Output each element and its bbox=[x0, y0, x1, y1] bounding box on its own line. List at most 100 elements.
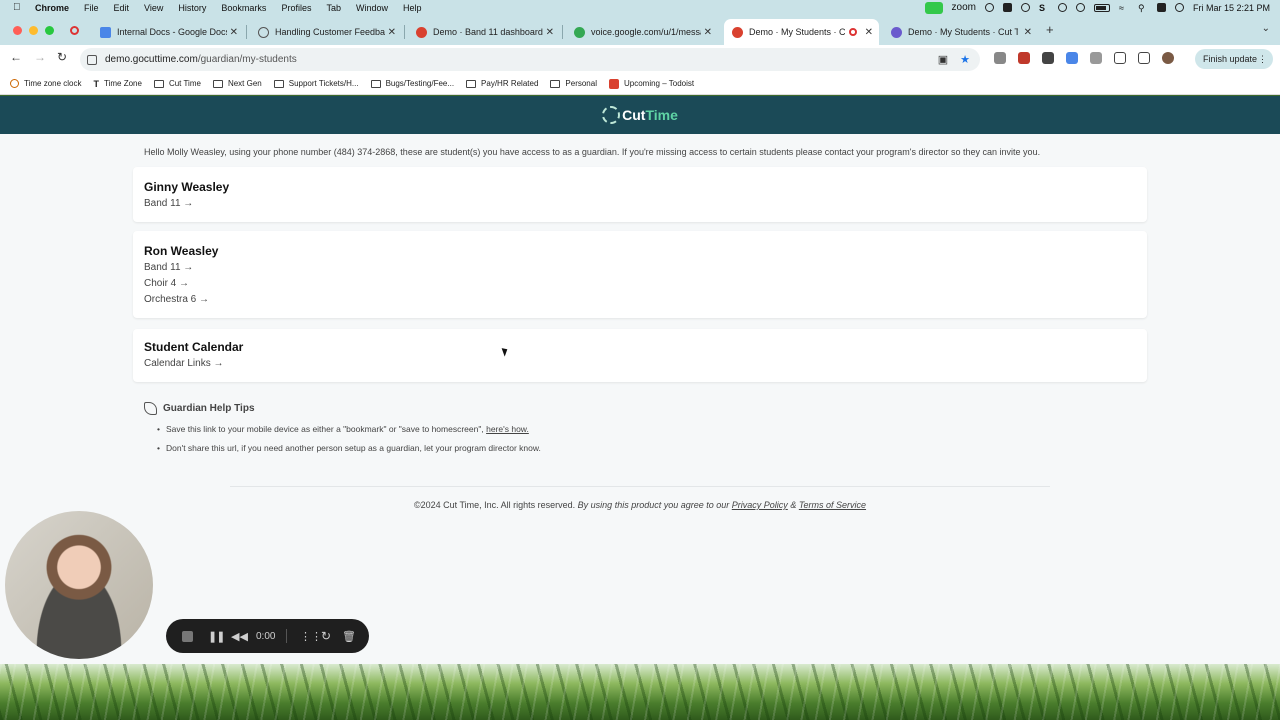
bookmark-personal[interactable]: Personal bbox=[550, 79, 597, 88]
extension-blue-icon[interactable] bbox=[1066, 52, 1078, 64]
bullet: • bbox=[157, 443, 160, 453]
bookmark-support-tickets[interactable]: Support Tickets/H... bbox=[273, 79, 359, 88]
menu-view[interactable]: View bbox=[144, 3, 163, 13]
menu-file[interactable]: File bbox=[84, 3, 99, 13]
bookmark-cut-time[interactable]: Cut Time bbox=[153, 79, 201, 88]
agreement-text: By using this product you agree to our bbox=[577, 500, 730, 510]
folder-icon bbox=[273, 79, 284, 88]
s-app-icon[interactable]: S bbox=[1039, 3, 1049, 13]
forward-arrow-icon[interactable]: → bbox=[34, 50, 46, 64]
tab-internal-docs[interactable]: Internal Docs - Google Docs ✕ bbox=[92, 19, 244, 45]
bookmark-time-zone-clock[interactable]: Time zone clock bbox=[10, 79, 82, 88]
tab-close-icon[interactable]: ✕ bbox=[1024, 27, 1032, 38]
bookmark-todoist[interactable]: Upcoming – Todoist bbox=[608, 78, 694, 89]
wifi-icon[interactable]: ≈ bbox=[1119, 3, 1129, 13]
tab-separator bbox=[562, 25, 563, 39]
group-link-choir-4[interactable]: Choir 4 → bbox=[144, 278, 189, 289]
address-bar[interactable]: demo.gocuttime.com /guardian/my-students… bbox=[80, 48, 980, 71]
zoom-label[interactable]: zoom bbox=[952, 2, 976, 13]
zoom-video-icon[interactable] bbox=[924, 1, 943, 14]
menu-help[interactable]: Help bbox=[403, 3, 422, 13]
tab-close-icon[interactable]: ✕ bbox=[546, 27, 554, 38]
tab-title: Demo · Band 11 dashboard · C bbox=[433, 27, 543, 37]
cut-time-logo[interactable]: Cut Time bbox=[602, 106, 678, 124]
bookmark-bugs-testing[interactable]: Bugs/Testing/Fee... bbox=[370, 79, 454, 88]
window-controls bbox=[13, 26, 54, 35]
side-panel-icon[interactable] bbox=[1138, 52, 1150, 64]
menu-tab[interactable]: Tab bbox=[326, 3, 341, 13]
privacy-policy-link[interactable]: Privacy Policy bbox=[732, 500, 788, 510]
menu-app-chrome[interactable]: Chrome bbox=[35, 3, 69, 13]
help-tips-title: Guardian Help Tips bbox=[163, 403, 255, 414]
recording-controls: ❚❚ ◀◀ 0:00 ⋮⋮ ↻ 🗑 bbox=[166, 619, 369, 653]
drag-handle-icon[interactable]: ⋮⋮ bbox=[300, 619, 322, 653]
menu-window[interactable]: Window bbox=[356, 3, 388, 13]
tab-close-icon[interactable]: ✕ bbox=[865, 27, 873, 38]
focus-icon[interactable] bbox=[984, 3, 994, 12]
bookmark-time-zone[interactable]: T Time Zone bbox=[94, 79, 142, 89]
bookmark-label: Personal bbox=[565, 79, 597, 88]
tab-my-students-active[interactable]: Demo · My Students · Cut ✕ bbox=[724, 19, 879, 45]
webcam-bubble[interactable] bbox=[5, 511, 153, 659]
menu-bookmarks[interactable]: Bookmarks bbox=[221, 3, 266, 13]
new-tab-button[interactable]: + bbox=[1046, 22, 1054, 37]
battery-icon[interactable] bbox=[1093, 3, 1110, 12]
phone-icon bbox=[574, 26, 585, 38]
bookmark-star-icon[interactable]: ★ bbox=[960, 53, 970, 66]
menu-bar-clock[interactable]: Fri Mar 15 2:21 PM bbox=[1193, 3, 1270, 13]
group-link-orchestra-6[interactable]: Orchestra 6 → bbox=[144, 294, 209, 305]
menu-edit[interactable]: Edit bbox=[114, 3, 130, 13]
profile-avatar[interactable] bbox=[1162, 52, 1174, 64]
tab-my-students[interactable]: Demo · My Students · Cut Tim ✕ bbox=[883, 19, 1038, 45]
heres-how-link[interactable]: here's how. bbox=[486, 424, 529, 434]
search-icon[interactable]: ⚲ bbox=[1138, 3, 1148, 13]
maximize-window-button[interactable] bbox=[45, 26, 54, 35]
back-arrow-icon[interactable]: ← bbox=[10, 50, 22, 64]
tab-close-icon[interactable]: ✕ bbox=[388, 27, 396, 38]
menu-history[interactable]: History bbox=[178, 3, 206, 13]
apple-menu-icon[interactable]:  bbox=[13, 2, 25, 13]
reload-icon[interactable]: ↻ bbox=[57, 50, 67, 64]
control-icon[interactable] bbox=[1057, 3, 1067, 12]
group-link-band-11[interactable]: Band 11 → bbox=[144, 198, 193, 209]
extension-megaphone-icon[interactable] bbox=[1042, 52, 1054, 64]
bookmark-pay-hr[interactable]: Pay/HR Related bbox=[466, 79, 538, 88]
extension-gray-icon[interactable] bbox=[1090, 52, 1102, 64]
extension-red-icon[interactable] bbox=[1018, 52, 1030, 64]
more-options-icon[interactable]: ⋮ bbox=[1258, 54, 1267, 65]
microphone-icon[interactable] bbox=[994, 52, 1006, 64]
browser-tab-strip: Internal Docs - Google Docs ✕ Handling C… bbox=[0, 15, 1280, 45]
page-footer: ©2024 Cut Time, Inc. All rights reserved… bbox=[0, 500, 1280, 510]
tab-customer-feedback[interactable]: Handling Customer Feedback ✕ bbox=[250, 19, 402, 45]
control-center-icon[interactable] bbox=[1156, 3, 1166, 12]
tab-title: Demo · My Students · Cut bbox=[749, 27, 845, 37]
group-link-band-11[interactable]: Band 11 → bbox=[144, 262, 193, 273]
restart-icon[interactable]: ↻ bbox=[321, 619, 331, 653]
rewind-icon[interactable]: ◀◀ bbox=[231, 619, 248, 653]
tab-title: Handling Customer Feedback bbox=[275, 27, 385, 37]
help-tips-heading: Guardian Help Tips bbox=[144, 402, 255, 415]
extensions-puzzle-icon[interactable] bbox=[1114, 52, 1126, 64]
tab-close-icon[interactable]: ✕ bbox=[230, 27, 238, 38]
terms-of-service-link[interactable]: Terms of Service bbox=[799, 500, 866, 510]
pause-icon[interactable]: ❚❚ bbox=[208, 619, 225, 653]
siri-icon[interactable] bbox=[1174, 3, 1184, 12]
profile-status-icon[interactable] bbox=[1002, 3, 1012, 12]
play-icon[interactable] bbox=[1075, 3, 1085, 12]
finish-update-button[interactable]: Finish update ⋮ bbox=[1195, 49, 1274, 69]
minimize-window-button[interactable] bbox=[29, 26, 38, 35]
close-window-button[interactable] bbox=[13, 26, 22, 35]
timer-icon[interactable] bbox=[1020, 3, 1030, 12]
stop-recording-button[interactable] bbox=[182, 619, 193, 653]
site-settings-icon[interactable] bbox=[87, 54, 97, 65]
tab-search-chevron-icon[interactable]: ⌄ bbox=[1262, 23, 1270, 34]
menu-profiles[interactable]: Profiles bbox=[281, 3, 311, 13]
tab-band-dashboard[interactable]: Demo · Band 11 dashboard · C ✕ bbox=[408, 19, 560, 45]
calendar-links[interactable]: Calendar Links → bbox=[144, 358, 223, 369]
trash-icon[interactable]: 🗑 bbox=[342, 619, 356, 653]
bookmark-next-gen[interactable]: Next Gen bbox=[212, 79, 262, 88]
tab-google-voice[interactable]: voice.google.com/u/1/messag ✕ bbox=[566, 19, 718, 45]
camera-icon[interactable]: ▣ bbox=[938, 53, 948, 66]
bookmark-label: Time zone clock bbox=[24, 79, 82, 88]
tab-close-icon[interactable]: ✕ bbox=[704, 27, 712, 38]
